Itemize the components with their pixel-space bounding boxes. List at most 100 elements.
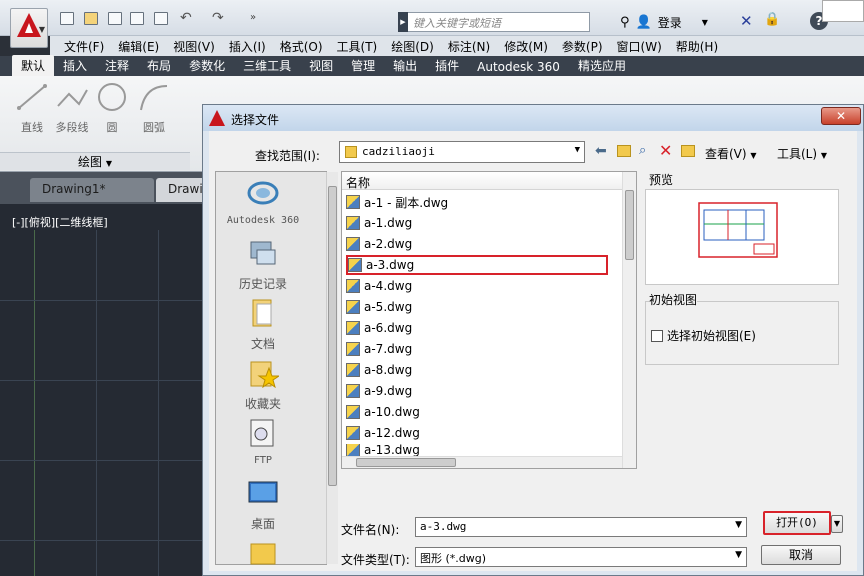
- filetype-select[interactable]: 图形 (*.dwg) ▼: [415, 547, 747, 567]
- circle-tool[interactable]: 圆: [92, 80, 132, 140]
- file-list-hscrollbar[interactable]: [342, 456, 622, 468]
- place-label: 文档: [250, 337, 275, 351]
- view-menu[interactable]: 查看(V) ▼: [705, 145, 757, 162]
- back-icon[interactable]: ⬅: [595, 143, 607, 159]
- place-ftp[interactable]: FTP: [220, 418, 306, 466]
- menu-tools[interactable]: 工具(T): [323, 38, 378, 55]
- list-item[interactable]: a-1 - 副本.dwg: [346, 192, 448, 212]
- new-folder-icon[interactable]: [681, 145, 695, 157]
- initial-view-checkbox[interactable]: 选择初始视图(E): [651, 327, 756, 344]
- list-item[interactable]: a-12.dwg: [346, 423, 420, 443]
- print-icon[interactable]: [154, 12, 168, 25]
- list-item[interactable]: a-1.dwg: [346, 213, 412, 233]
- draw-panel-label[interactable]: 绘图 ▼: [0, 152, 190, 170]
- open-folder-icon[interactable]: [84, 12, 98, 25]
- menu-file[interactable]: 文件(F): [50, 38, 104, 55]
- save-as-icon[interactable]: [130, 12, 144, 25]
- tab-default[interactable]: 默认: [12, 55, 55, 76]
- look-in-select[interactable]: cadziliaoji ▼: [339, 141, 585, 163]
- exchange-icon[interactable]: ✕: [740, 12, 753, 30]
- tab-insert[interactable]: 插入: [54, 55, 96, 76]
- tab-3d-tools[interactable]: 三维工具: [234, 55, 300, 76]
- menu-help[interactable]: 帮助(H): [662, 38, 718, 55]
- list-item[interactable]: a-7.dwg: [346, 339, 412, 359]
- place-more[interactable]: [220, 538, 306, 575]
- tab-plugins[interactable]: 插件: [426, 55, 468, 76]
- filetype-value: 图形 (*.dwg): [420, 552, 487, 565]
- new-file-icon[interactable]: [60, 12, 74, 25]
- list-item[interactable]: a-2.dwg: [346, 234, 412, 254]
- dwg-file-icon: [346, 300, 360, 314]
- tab-autodesk-360[interactable]: Autodesk 360: [468, 58, 569, 76]
- list-item[interactable]: a-8.dwg: [346, 360, 412, 380]
- checkbox-icon: [651, 329, 663, 342]
- tab-parametric[interactable]: 参数化: [180, 55, 234, 76]
- preview-label: 预览: [649, 173, 674, 187]
- viewport-controls[interactable]: [-][俯视][二维线框]: [12, 214, 108, 230]
- place-desktop[interactable]: 桌面: [220, 478, 306, 532]
- menu-edit[interactable]: 编辑(E): [104, 38, 159, 55]
- arc-tool[interactable]: 圆弧: [134, 80, 174, 140]
- filename-input[interactable]: a-3.dwg ▼: [415, 517, 747, 537]
- up-folder-icon[interactable]: [617, 145, 631, 157]
- scroll-thumb[interactable]: [356, 458, 456, 467]
- dwg-file-icon: [346, 384, 360, 398]
- list-item-selected[interactable]: a-3.dwg: [346, 255, 608, 275]
- list-item[interactable]: a-10.dwg: [346, 402, 420, 422]
- file-list-vscrollbar[interactable]: [622, 172, 636, 468]
- more-tools-icon[interactable]: »: [250, 12, 256, 23]
- tab-featured-apps[interactable]: 精选应用: [569, 55, 635, 76]
- y-axis-line: [34, 230, 35, 576]
- menu-modify[interactable]: 修改(M): [490, 38, 548, 55]
- scroll-thumb[interactable]: [328, 186, 337, 486]
- filetype-label: 文件类型(T):: [341, 553, 410, 567]
- place-history[interactable]: 历史记录: [220, 238, 306, 292]
- drawing-canvas[interactable]: [0, 204, 208, 576]
- open-options-dropdown[interactable]: ▼: [831, 515, 843, 533]
- list-item[interactable]: a-6.dwg: [346, 318, 412, 338]
- search-input[interactable]: 键入关键字或短语: [398, 12, 590, 32]
- list-item[interactable]: a-4.dwg: [346, 276, 412, 296]
- tab-annotate[interactable]: 注释: [96, 55, 138, 76]
- undo-icon[interactable]: ↶: [180, 10, 192, 26]
- cancel-button[interactable]: 取消: [761, 545, 841, 565]
- menu-parametric[interactable]: 参数(P): [548, 38, 603, 55]
- list-item[interactable]: a-13.dwg: [346, 444, 420, 456]
- column-header-name[interactable]: 名称: [342, 172, 622, 190]
- menu-insert[interactable]: 插入(I): [215, 38, 266, 55]
- binoculars-icon[interactable]: ⚲: [620, 15, 630, 30]
- login-link[interactable]: 登录: [658, 14, 682, 31]
- tools-menu[interactable]: 工具(L) ▼: [777, 145, 827, 162]
- place-autodesk-360[interactable]: Autodesk 360: [220, 178, 306, 226]
- close-button[interactable]: ✕: [821, 107, 861, 125]
- redo-icon[interactable]: ↷: [212, 10, 224, 26]
- menu-format[interactable]: 格式(O): [266, 38, 323, 55]
- menu-view[interactable]: 视图(V): [159, 38, 215, 55]
- tab-output[interactable]: 输出: [384, 55, 426, 76]
- scroll-thumb[interactable]: [625, 190, 634, 260]
- application-menu-button[interactable]: ▼: [10, 8, 48, 48]
- look-in-value: cadziliaoji: [362, 145, 435, 158]
- menu-dimension[interactable]: 标注(N): [434, 38, 490, 55]
- tab-view[interactable]: 视图: [300, 55, 342, 76]
- save-icon[interactable]: [108, 12, 122, 25]
- window-controls[interactable]: [822, 0, 864, 22]
- places-scrollbar[interactable]: [326, 172, 338, 564]
- search-web-icon[interactable]: ⌕: [639, 143, 646, 158]
- menu-draw[interactable]: 绘图(D): [377, 38, 434, 55]
- delete-icon[interactable]: ✕: [659, 141, 672, 160]
- list-item[interactable]: a-9.dwg: [346, 381, 412, 401]
- chevron-down-icon[interactable]: ▼: [702, 18, 708, 27]
- tab-layout[interactable]: 布局: [138, 55, 180, 76]
- tab-manage[interactable]: 管理: [342, 55, 384, 76]
- line-tool[interactable]: 直线: [12, 80, 52, 140]
- menu-window[interactable]: 窗口(W): [603, 38, 662, 55]
- open-button[interactable]: 打开(O): [763, 511, 831, 535]
- place-documents[interactable]: 文档: [220, 298, 306, 352]
- place-favorites[interactable]: 收藏夹: [220, 358, 306, 412]
- file-tab-drawing1[interactable]: Drawing1*: [30, 178, 154, 202]
- lock-icon[interactable]: 🔒: [764, 12, 780, 27]
- polyline-tool[interactable]: 多段线: [52, 80, 92, 140]
- list-item[interactable]: a-5.dwg: [346, 297, 412, 317]
- chevron-down-icon: ▼: [820, 151, 828, 160]
